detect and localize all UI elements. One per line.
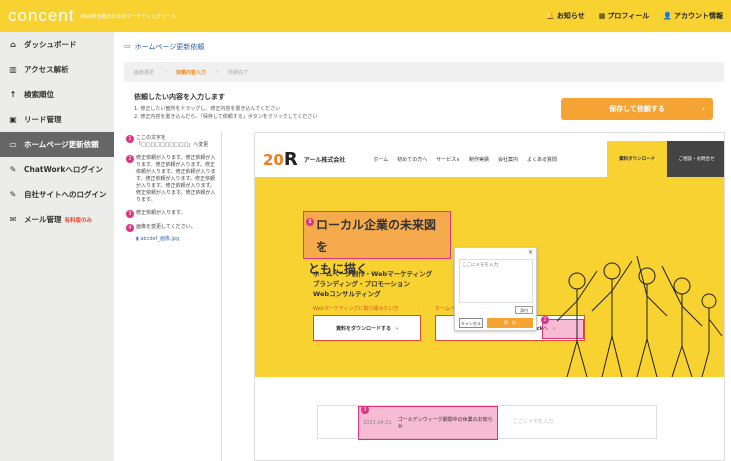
people-illustration [556,255,723,377]
bell-icon: 🔔 [546,12,555,20]
save-request-button[interactable]: 保存して依頼する › [561,98,713,120]
sidebar-item-leads[interactable]: ▣ リード管理 [0,107,114,132]
note-number: 2 [126,155,134,163]
news-date: 2022.04.21 [363,420,392,426]
instructions-line-1: 1. 修正したい箇所をドラッグし、修正内容を書き込んでください [134,106,281,112]
step-select-image: 画像選択 [134,69,155,76]
edit-icon: ✎ [9,190,17,199]
annotation-badge: 3 [361,406,369,414]
note-item[interactable]: 1 ここの文字を「□□□□□□□□□□」へ変更 [122,132,221,152]
preview-contact-button: ご相談・お問合せ [667,141,724,177]
building-icon: ▦ [598,12,606,20]
top-bar: concent Web担当者のためのマーケティングツール 🔔 お知らせ ▦ プロフィ… [0,0,731,32]
notifications-link[interactable]: 🔔 お知らせ [546,11,585,21]
memo-popup: ✕ 添付 キャンセル 保 存 [454,247,537,331]
paid-badge: 有料版のみ [64,217,93,224]
news-title: ゴールデンウィーク期間中の休業のお知らせ [397,417,493,430]
preview-nav-item: ホーム [373,156,389,163]
preview-logo: 20R [263,148,298,170]
preview-company-name: アール株式会社 [303,156,346,164]
monitor-icon: ▭ [124,42,131,50]
preview-nav-item: 初めての方へ [397,156,428,163]
preview-download-button: 資料ダウンロード [607,141,667,177]
mail-icon: ✉ [9,215,17,224]
sidebar-item-site-login[interactable]: ✎ 自社サイトへのログイン [0,182,114,207]
annotation-notes-panel: 1 ここの文字を「□□□□□□□□□□」へ変更 2 修正依頼が入ります。修正依頼が入… [122,132,222,461]
preview-header: 20R アール株式会社 ホーム 初めての方へ サービス∨ 制作実績 会社案内 よ… [255,141,724,177]
preview-nav-item: 制作実績 [468,156,489,163]
preview-news-box: 3 2022.04.21 ゴールデンウィーク期間中の休業のお知らせ ここにメモを… [317,405,657,440]
note-number: 1 [126,135,134,143]
preview-nav-item: サービス∨ [436,156,460,163]
note-item[interactable]: 3 修正依頼が入ります。 [122,207,221,221]
annotation-badge: 1 [306,218,314,226]
profile-link[interactable]: ▦ プロフィール [599,11,650,21]
site-preview[interactable]: 20R アール株式会社 ホーム 初めての方へ サービス∨ 制作実績 会社案内 よ… [254,132,725,461]
cta1-caption: Webマーケティングに取り組みたい方 [313,306,399,312]
arrow-up-icon: ↑ [9,90,17,99]
sidebar-item-chatwork[interactable]: ✎ ChatWorkへログイン [0,157,114,182]
cancel-button[interactable]: キャンセル [459,318,483,328]
account-link[interactable]: 👤 アカウント情報 [663,11,723,21]
annotation-box-1[interactable]: 1 ローカル企業の未来図を ともに描く [303,211,451,276]
save-memo-button[interactable]: 保 存 [487,318,533,328]
hero-headline-1: ローカル企業の未来図を [316,218,437,254]
chevron-right-icon: › [164,69,167,75]
chevron-right-icon: › [216,69,219,75]
main-content: ▭ ホームページ更新依頼 画像選択 › 依頼内容入力 › 依頼完了 依頼したい内容を入… [114,32,731,461]
user-icon: 👤 [663,12,672,20]
tagline: Web担当者のためのマーケティングツール [80,13,177,20]
preview-hero: 1 ローカル企業の未来図を ともに描く ホームページ制作・Webマーケティング … [255,177,724,377]
instructions: 依頼したい内容を入力します 1. 修正したい箇所をドラッグし、修正内容を書き込ん… [134,92,317,121]
home-icon: ⌂ [10,40,16,49]
preview-nav-item: 会社案内 [497,156,518,163]
preview-nav-item: よくある質問 [526,156,557,163]
sidebar-item-dashboard[interactable]: ⌂ ダッシュボード [0,32,114,57]
preview-cta-download: 資料をダウンロードする › [313,315,421,341]
top-nav: 🔔 お知らせ ▦ プロフィール 👤 アカウント情報 [546,11,723,21]
file-icon: ▮ [136,236,139,242]
memo-input[interactable] [459,259,533,303]
note-item[interactable]: 4 画像を変更してください。 [122,221,221,235]
step-input: 依頼内容入力 [176,69,207,76]
sidebar-item-mail[interactable]: ✉ メール管理 有料版のみ [0,207,114,232]
instructions-heading: 依頼したい内容を入力します [134,93,225,101]
lead-icon: ▣ [9,115,17,124]
instructions-line-2: 2. 修正内容を書き込んだら、「保存して依頼する」ボタンをクリックしてください [134,114,318,120]
close-icon[interactable]: ✕ [528,249,533,256]
sidebar-item-ranking[interactable]: ↑ 検索順位 [0,82,114,107]
sidebar-item-analytics[interactable]: ▥ アクセス解析 [0,57,114,82]
preview-nav: ホーム 初めての方へ サービス∨ 制作実績 会社案内 よくある質問 [373,156,557,163]
edit-icon: ✎ [9,165,17,174]
annotation-box-3[interactable]: 3 2022.04.21 ゴールデンウィーク期間中の休業のお知らせ [358,406,498,440]
sidebar-item-update-request[interactable]: ▭ ホームページ更新依頼 [0,132,114,157]
monitor-icon: ▭ [9,140,17,149]
chevron-right-icon: › [702,105,705,113]
page-title: ▭ ホームページ更新依頼 [124,42,205,51]
note-number: 3 [126,210,134,218]
step-indicator: 画像選択 › 依頼内容入力 › 依頼完了 [124,62,724,82]
sidebar: ⌂ ダッシュボード ▥ アクセス解析 ↑ 検索順位 ▣ リード管理 ▭ ホームページ更新依… [0,32,114,461]
hero-subtext: ホームページ制作・Webマーケティング ブランディング・プロモーション Webコ… [313,270,433,298]
news-memo-placeholder: ここにメモを入力 [513,419,554,425]
concent-logo[interactable]: concent [8,6,75,26]
chart-icon: ▥ [9,65,17,74]
note-item[interactable]: 2 修正依頼が入ります。修正依頼が入ります。修正依頼が入ります。修正依頼が入ります… [122,152,221,207]
attached-file[interactable]: ▮ abcdef_画像.jpg [122,235,221,242]
attach-button[interactable]: 添付 [515,306,533,314]
note-number: 4 [126,224,134,232]
step-complete: 依頼完了 [228,69,249,76]
